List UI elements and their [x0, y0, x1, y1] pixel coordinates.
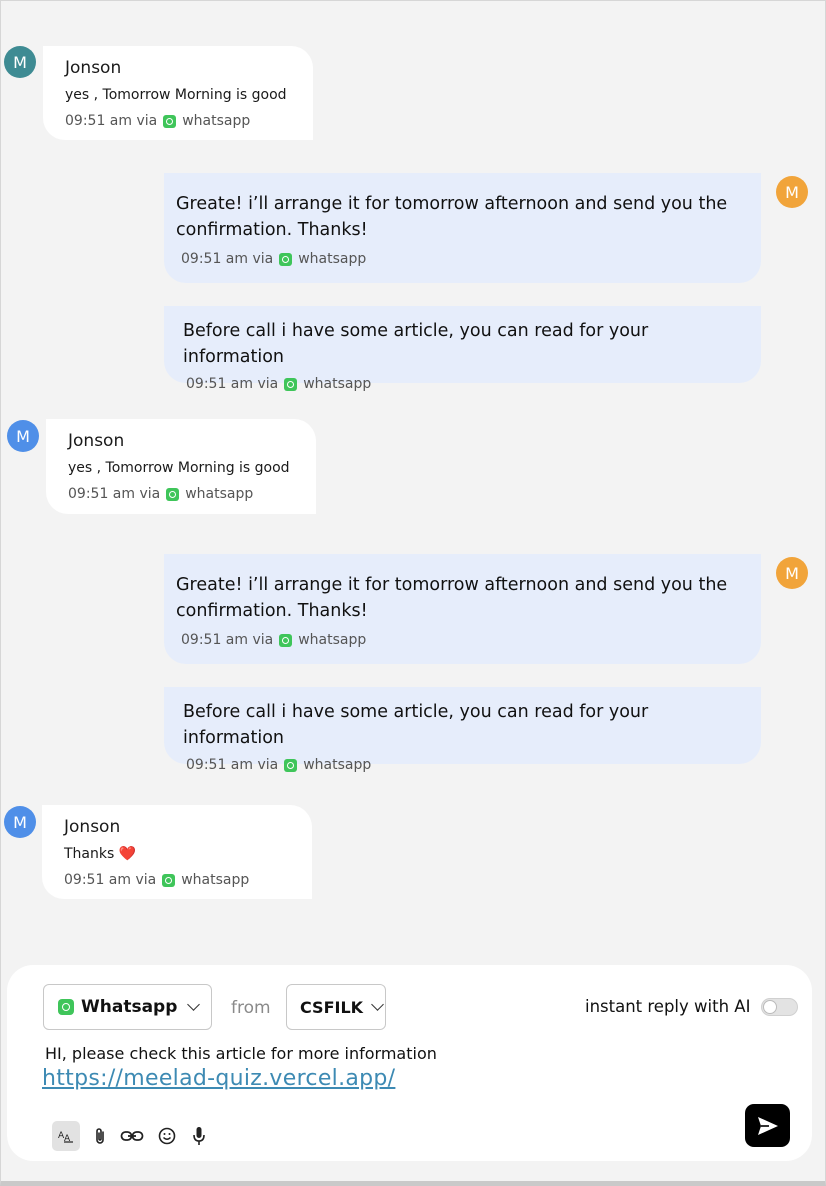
whatsapp-icon — [166, 487, 180, 501]
incoming-message: Jonson yes , Tomorrow Morning is good 09… — [43, 46, 313, 140]
text-format-button[interactable]: A A — [52, 1121, 80, 1151]
message-time: 09:51 am via — [186, 376, 279, 392]
message-channel: whatsapp — [182, 113, 251, 129]
message-channel: whatsapp — [298, 251, 367, 267]
link-button[interactable] — [118, 1121, 146, 1151]
message-meta: 09:51 am via whatsapp — [176, 632, 749, 648]
message-meta: 09:51 am via whatsapp — [68, 486, 294, 502]
incoming-message: Jonson Thanks ❤️ 09:51 am via whatsapp — [42, 805, 312, 899]
message-composer: Whatsapp from CSFILK instant reply with … — [7, 965, 812, 1161]
message-text: Before call i have some article, you can… — [183, 321, 649, 367]
microphone-icon — [193, 1127, 205, 1145]
sender-name: Jonson — [65, 58, 122, 78]
chevron-down-icon — [371, 998, 384, 1011]
sender-name: Jonson — [68, 431, 125, 451]
outgoing-message: Before call i have some article, you can… — [164, 687, 761, 773]
attach-button[interactable] — [86, 1121, 114, 1151]
outgoing-message: Before call i have some article, you can… — [164, 306, 761, 392]
whatsapp-icon — [284, 377, 298, 391]
message-meta: 09:51 am via whatsapp — [65, 113, 291, 129]
message-time: 09:51 am via — [68, 486, 161, 502]
channel-select[interactable]: Whatsapp — [43, 984, 212, 1030]
whatsapp-icon — [279, 633, 293, 647]
agent-avatar: M — [776, 557, 808, 589]
toggle-knob — [763, 1000, 777, 1014]
paperclip-icon — [96, 1128, 104, 1144]
message-time: 09:51 am via — [181, 632, 274, 648]
whatsapp-icon — [162, 873, 176, 887]
whatsapp-icon — [279, 252, 293, 266]
sender-select[interactable]: CSFILK — [286, 984, 386, 1030]
message-input-link[interactable]: https://meelad-quiz.vercel.app/ — [42, 1066, 395, 1091]
emoji-button[interactable] — [153, 1121, 181, 1151]
message-time: 09:51 am via — [65, 113, 158, 129]
message-input-text[interactable]: HI, please check this article for more i… — [45, 1044, 437, 1063]
message-time: 09:51 am via — [186, 757, 279, 773]
whatsapp-icon — [163, 114, 177, 128]
from-label: from — [231, 998, 271, 1018]
channel-select-label: Whatsapp — [81, 997, 178, 1017]
ai-reply-toggle[interactable] — [761, 998, 798, 1016]
message-text: Greate! i’ll arrange it for tomorrow aft… — [176, 575, 728, 621]
message-channel: whatsapp — [298, 632, 367, 648]
message-meta: 09:51 am via whatsapp — [176, 251, 749, 267]
message-text: Thanks ❤️ — [64, 846, 137, 862]
message-meta: 09:51 am via whatsapp — [183, 376, 749, 392]
message-text: Before call i have some article, you can… — [183, 702, 649, 748]
ai-reply-label: instant reply with AI — [585, 997, 751, 1016]
send-button[interactable] — [745, 1104, 790, 1147]
contact-avatar: M — [7, 420, 39, 452]
message-channel: whatsapp — [303, 757, 372, 773]
sender-select-label: CSFILK — [300, 997, 364, 1017]
incoming-message: Jonson yes , Tomorrow Morning is good 09… — [46, 419, 316, 514]
emoji-icon — [158, 1127, 176, 1145]
text-format-icon: A A — [58, 1131, 73, 1143]
outgoing-message: Greate! i’ll arrange it for tomorrow aft… — [164, 554, 761, 664]
message-time: 09:51 am via — [181, 251, 274, 267]
outgoing-message: Greate! i’ll arrange it for tomorrow aft… — [164, 173, 761, 283]
whatsapp-icon — [284, 758, 298, 772]
send-icon — [757, 1116, 778, 1135]
message-channel: whatsapp — [185, 486, 254, 502]
message-meta: 09:51 am via whatsapp — [64, 872, 290, 888]
message-time: 09:51 am via — [64, 872, 157, 888]
message-text: yes , Tomorrow Morning is good — [65, 87, 287, 103]
message-text: Greate! i’ll arrange it for tomorrow aft… — [176, 194, 728, 240]
message-channel: whatsapp — [181, 872, 250, 888]
voice-button[interactable] — [185, 1121, 213, 1151]
contact-avatar: M — [4, 806, 36, 838]
agent-avatar: M — [776, 176, 808, 208]
chevron-down-icon — [187, 998, 201, 1011]
message-text: yes , Tomorrow Morning is good — [68, 460, 290, 476]
link-icon — [120, 1131, 144, 1141]
sender-name: Jonson — [64, 817, 121, 837]
contact-avatar: M — [4, 46, 36, 78]
whatsapp-icon — [58, 999, 74, 1015]
message-channel: whatsapp — [303, 376, 372, 392]
message-meta: 09:51 am via whatsapp — [183, 757, 749, 773]
